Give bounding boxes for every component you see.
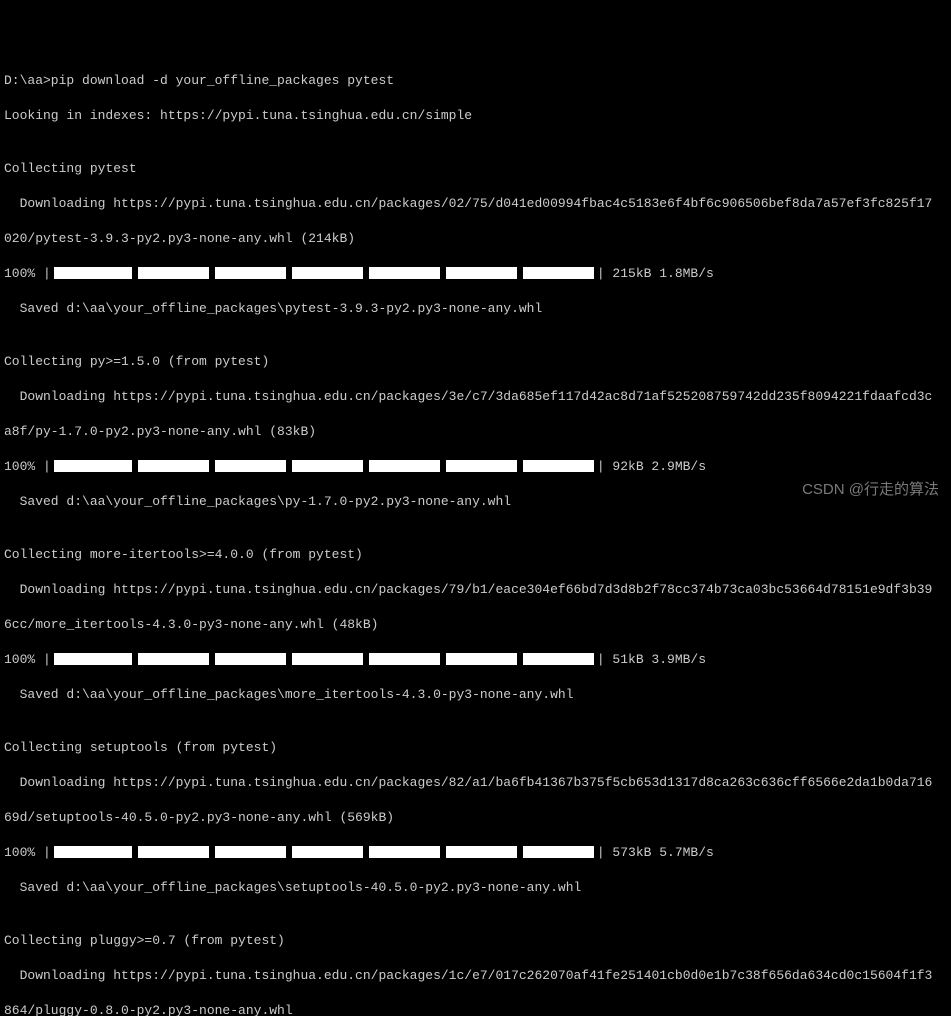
download-url-line: Downloading https://pypi.tuna.tsinghua.e… bbox=[4, 388, 947, 406]
progress-fill-icon bbox=[369, 846, 440, 858]
progress-fill-icon bbox=[138, 267, 209, 279]
progress-fill-icon bbox=[369, 653, 440, 665]
progress-fill-icon bbox=[523, 267, 594, 279]
collecting-line: Collecting setuptools (from pytest) bbox=[4, 739, 947, 757]
download-url-line: Downloading https://pypi.tuna.tsinghua.e… bbox=[4, 195, 947, 213]
saved-line: Saved d:\aa\your_offline_packages\more_i… bbox=[4, 686, 947, 704]
progress-percent: 100% | bbox=[4, 652, 51, 667]
prompt-line: D:\aa>pip download -d your_offline_packa… bbox=[4, 72, 947, 90]
collecting-line: Collecting pluggy>=0.7 (from pytest) bbox=[4, 932, 947, 950]
progress-fill-icon bbox=[523, 460, 594, 472]
progress-fill-icon bbox=[54, 846, 132, 858]
progress-fill-icon bbox=[446, 846, 517, 858]
progress-fill-icon bbox=[523, 653, 594, 665]
progress-bar: 100% | | 51kB 3.9MB/s bbox=[4, 651, 947, 669]
download-url-line: Downloading https://pypi.tuna.tsinghua.e… bbox=[4, 581, 947, 599]
download-url-line: Downloading https://pypi.tuna.tsinghua.e… bbox=[4, 967, 947, 985]
progress-bar: 100% | | 573kB 5.7MB/s bbox=[4, 844, 947, 862]
collecting-line: Collecting pytest bbox=[4, 160, 947, 178]
progress-fill-icon bbox=[54, 653, 132, 665]
progress-rate: | 215kB 1.8MB/s bbox=[597, 266, 714, 281]
progress-fill-icon bbox=[292, 267, 363, 279]
download-file-line: a8f/py-1.7.0-py2.py3-none-any.whl (83kB) bbox=[4, 423, 947, 441]
progress-fill-icon bbox=[138, 653, 209, 665]
saved-line: Saved d:\aa\your_offline_packages\setupt… bbox=[4, 879, 947, 897]
watermark-text: CSDN @行走的算法 bbox=[802, 480, 939, 500]
progress-fill-icon bbox=[54, 267, 132, 279]
progress-fill-icon bbox=[523, 846, 594, 858]
download-url-line: Downloading https://pypi.tuna.tsinghua.e… bbox=[4, 774, 947, 792]
progress-percent: 100% | bbox=[4, 459, 51, 474]
download-file-line: 864/pluggy-0.8.0-py2.py3-none-any.whl bbox=[4, 1002, 947, 1016]
download-file-line: 020/pytest-3.9.3-py2.py3-none-any.whl (2… bbox=[4, 230, 947, 248]
collecting-line: Collecting py>=1.5.0 (from pytest) bbox=[4, 353, 947, 371]
progress-bar: 100% | | 215kB 1.8MB/s bbox=[4, 265, 947, 283]
progress-fill-icon bbox=[446, 653, 517, 665]
progress-percent: 100% | bbox=[4, 266, 51, 281]
progress-fill-icon bbox=[215, 846, 286, 858]
download-file-line: 6cc/more_itertools-4.3.0-py3-none-any.wh… bbox=[4, 616, 947, 634]
progress-bar: 100% | | 92kB 2.9MB/s bbox=[4, 458, 947, 476]
progress-fill-icon bbox=[446, 267, 517, 279]
saved-line: Saved d:\aa\your_offline_packages\pytest… bbox=[4, 300, 947, 318]
progress-fill-icon bbox=[138, 846, 209, 858]
progress-fill-icon bbox=[369, 267, 440, 279]
progress-fill-icon bbox=[215, 267, 286, 279]
progress-rate: | 573kB 5.7MB/s bbox=[597, 845, 714, 860]
progress-fill-icon bbox=[138, 460, 209, 472]
progress-fill-icon bbox=[292, 460, 363, 472]
progress-fill-icon bbox=[54, 460, 132, 472]
progress-fill-icon bbox=[292, 653, 363, 665]
progress-rate: | 51kB 3.9MB/s bbox=[597, 652, 706, 667]
download-file-line: 69d/setuptools-40.5.0-py2.py3-none-any.w… bbox=[4, 809, 947, 827]
progress-rate: | 92kB 2.9MB/s bbox=[597, 459, 706, 474]
indexes-line: Looking in indexes: https://pypi.tuna.ts… bbox=[4, 107, 947, 125]
progress-fill-icon bbox=[215, 460, 286, 472]
progress-percent: 100% | bbox=[4, 845, 51, 860]
collecting-line: Collecting more-itertools>=4.0.0 (from p… bbox=[4, 546, 947, 564]
progress-fill-icon bbox=[292, 846, 363, 858]
progress-fill-icon bbox=[215, 653, 286, 665]
progress-fill-icon bbox=[446, 460, 517, 472]
progress-fill-icon bbox=[369, 460, 440, 472]
